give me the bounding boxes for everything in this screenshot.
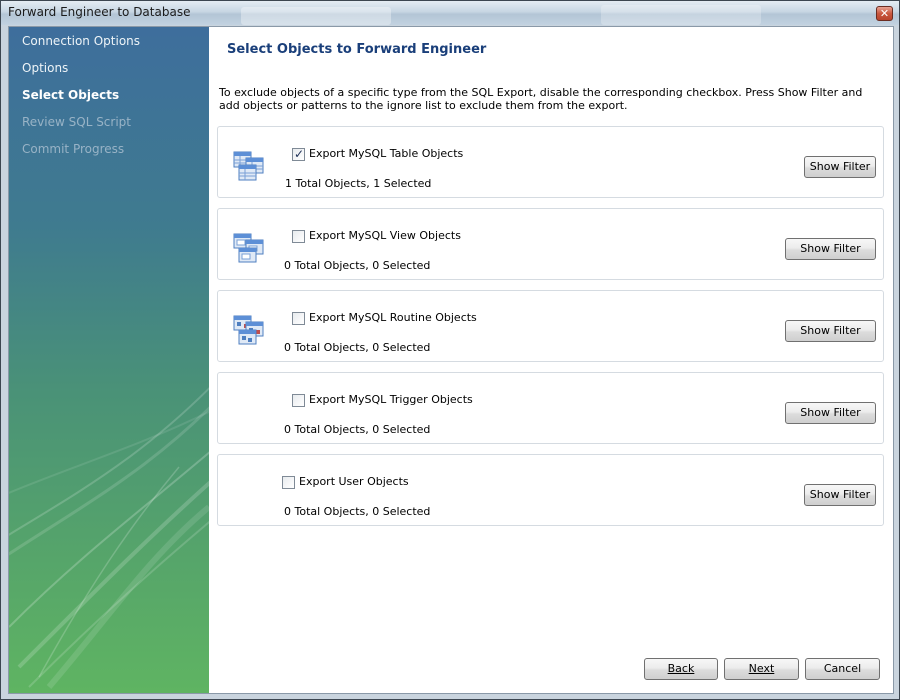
export-routine-objects-group: Export MySQL Routine Objects 0 Total Obj… <box>217 290 884 362</box>
export-user-objects-group: Export User Objects 0 Total Objects, 0 S… <box>217 454 884 526</box>
show-filter-button[interactable]: Show Filter <box>804 156 876 178</box>
back-button[interactable]: Back <box>644 658 718 680</box>
page-description: To exclude objects of a specific type fr… <box>219 86 863 112</box>
export-table-objects-label[interactable]: Export MySQL Table Objects <box>309 147 463 160</box>
title-bar-reflection <box>601 5 761 25</box>
view-objects-icon <box>233 233 264 263</box>
show-filter-button[interactable]: Show Filter <box>785 320 876 342</box>
main-content: Select Objects to Forward Engineer To ex… <box>209 27 893 693</box>
wizard-steps-sidebar: Connection Options Options Select Object… <box>9 27 209 693</box>
export-table-objects-checkbox[interactable]: ✓ <box>292 147 305 161</box>
sidebar-item-options[interactable]: Options <box>22 61 68 75</box>
table-objects-icon <box>233 151 264 181</box>
export-routine-objects-checkbox[interactable] <box>292 312 305 325</box>
show-filter-button[interactable]: Show Filter <box>804 484 876 506</box>
export-view-objects-checkbox[interactable] <box>292 230 305 243</box>
routine-objects-count: 0 Total Objects, 0 Selected <box>284 341 431 354</box>
export-table-objects-group: ✓ Export MySQL Table Objects 1 Total Obj… <box>217 126 884 198</box>
show-filter-button[interactable]: Show Filter <box>785 238 876 260</box>
export-trigger-objects-group: Export MySQL Trigger Objects 0 Total Obj… <box>217 372 884 444</box>
export-view-objects-group: Export MySQL View Objects 0 Total Object… <box>217 208 884 280</box>
user-objects-count: 0 Total Objects, 0 Selected <box>284 505 431 518</box>
close-icon: ✕ <box>879 7 890 20</box>
sidebar-item-commit-progress: Commit Progress <box>22 142 125 156</box>
title-bar[interactable]: Forward Engineer to Database ✕ <box>1 1 899 25</box>
show-filter-button[interactable]: Show Filter <box>785 402 876 424</box>
wizard-client-area: Connection Options Options Select Object… <box>8 26 894 694</box>
export-user-objects-label[interactable]: Export User Objects <box>299 475 409 488</box>
next-button-label: Next <box>748 662 775 675</box>
sidebar-item-review-sql-script: Review SQL Script <box>22 115 131 129</box>
page-title: Select Objects to Forward Engineer <box>227 42 487 57</box>
export-view-objects-label[interactable]: Export MySQL View Objects <box>309 229 461 242</box>
trigger-objects-count: 0 Total Objects, 0 Selected <box>284 423 431 436</box>
close-button[interactable]: ✕ <box>876 6 893 21</box>
table-objects-count: 1 Total Objects, 1 Selected <box>285 177 432 190</box>
view-objects-count: 0 Total Objects, 0 Selected <box>284 259 431 272</box>
next-button[interactable]: Next <box>724 658 799 680</box>
export-trigger-objects-checkbox[interactable] <box>292 394 305 407</box>
export-user-objects-checkbox[interactable] <box>282 476 295 489</box>
checkmark-icon: ✓ <box>294 147 305 161</box>
title-bar-reflection <box>241 7 391 25</box>
sidebar-item-select-objects[interactable]: Select Objects <box>22 88 119 102</box>
cancel-button[interactable]: Cancel <box>805 658 880 680</box>
sidebar-item-connection-options[interactable]: Connection Options <box>22 34 140 48</box>
back-button-label: Back <box>667 662 695 675</box>
export-routine-objects-label[interactable]: Export MySQL Routine Objects <box>309 311 477 324</box>
routine-objects-icon <box>233 315 264 345</box>
export-trigger-objects-label[interactable]: Export MySQL Trigger Objects <box>309 393 473 406</box>
window-title: Forward Engineer to Database <box>8 5 191 19</box>
wizard-window: Forward Engineer to Database ✕ Connectio… <box>0 0 900 700</box>
